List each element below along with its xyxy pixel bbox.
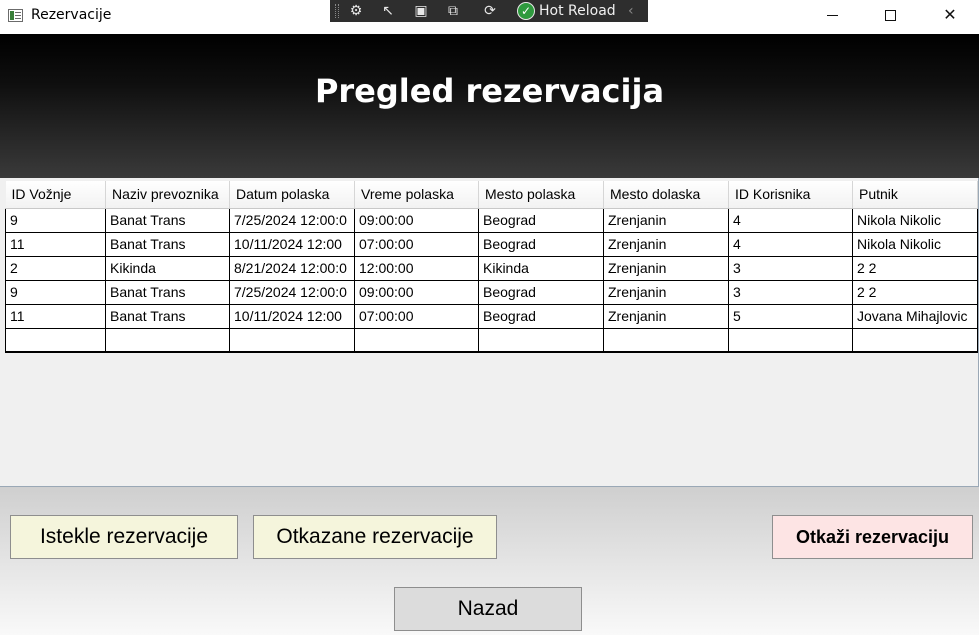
table-cell[interactable]: Kikinda bbox=[478, 255, 604, 281]
table-cell[interactable]: Zrenjanin bbox=[603, 207, 729, 233]
table-cell[interactable]: 8/21/2024 12:00:0 bbox=[229, 255, 355, 281]
table-cell[interactable]: Banat Trans bbox=[105, 207, 230, 233]
table-row[interactable]: 9 Banat Trans 7/25/2024 12:00:0 09:00:00… bbox=[5, 207, 978, 233]
table-cell[interactable]: 9 bbox=[5, 279, 106, 305]
close-icon: ✕ bbox=[943, 5, 957, 24]
page-title: Pregled rezervacija bbox=[314, 72, 665, 110]
table-cell[interactable]: 09:00:00 bbox=[354, 279, 479, 305]
table-cell[interactable]: 10/11/2024 12:00 bbox=[229, 231, 355, 257]
table-cell[interactable]: Banat Trans bbox=[105, 231, 230, 257]
back-button[interactable]: Nazad bbox=[394, 587, 582, 631]
xaml-debug-toolbar: ⚙ ↖ ▣ ⧉ ⟳ ✓ Hot Reload ‹ bbox=[330, 0, 648, 22]
layout-adorners-icon[interactable]: ▣ bbox=[411, 2, 431, 20]
button-panel: Istekle rezervacije Otkazane rezervacije… bbox=[0, 487, 979, 635]
expired-reservations-button[interactable]: Istekle rezervacije bbox=[10, 515, 238, 559]
window-title: Rezervacije bbox=[31, 7, 112, 23]
table-cell[interactable]: Nikola Nikolic bbox=[852, 207, 978, 233]
table-cell[interactable]: 11 bbox=[5, 231, 106, 257]
column-header[interactable]: Putnik bbox=[852, 181, 978, 209]
table-cell-empty[interactable] bbox=[354, 327, 479, 353]
maximize-button[interactable] bbox=[861, 0, 919, 30]
new-row-placeholder[interactable] bbox=[5, 327, 978, 353]
select-element-icon[interactable]: ↖ bbox=[378, 2, 398, 20]
table-cell[interactable]: Zrenjanin bbox=[603, 303, 729, 329]
reservations-table[interactable]: ID Vožnje Naziv prevoznika Datum polaska… bbox=[5, 181, 978, 353]
table-cell-empty[interactable] bbox=[728, 327, 853, 353]
table-cell[interactable]: 2 bbox=[5, 255, 106, 281]
hot-reload-check-icon: ✓ bbox=[517, 2, 535, 20]
collapse-chevron-icon[interactable]: ‹ bbox=[628, 2, 634, 20]
table-cell[interactable]: 7/25/2024 12:00:0 bbox=[229, 207, 355, 233]
table-cell[interactable]: Zrenjanin bbox=[603, 255, 729, 281]
table-cell[interactable]: 10/11/2024 12:00 bbox=[229, 303, 355, 329]
table-cell[interactable]: 07:00:00 bbox=[354, 303, 479, 329]
track-focus-icon[interactable]: ⧉ bbox=[443, 2, 463, 20]
table-cell-empty[interactable] bbox=[105, 327, 230, 353]
table-cell-empty[interactable] bbox=[478, 327, 604, 353]
table-cell[interactable]: Beograd bbox=[478, 231, 604, 257]
table-cell[interactable]: 7/25/2024 12:00:0 bbox=[229, 279, 355, 305]
table-cell[interactable]: Nikola Nikolic bbox=[852, 231, 978, 257]
cancel-reservation-button[interactable]: Otkaži rezervaciju bbox=[772, 515, 973, 559]
table-cell[interactable]: 3 bbox=[728, 279, 853, 305]
minimize-button[interactable] bbox=[803, 0, 861, 30]
table-cell[interactable]: 09:00:00 bbox=[354, 207, 479, 233]
column-header[interactable]: Mesto dolaska bbox=[603, 181, 729, 209]
table-cell[interactable]: Kikinda bbox=[105, 255, 230, 281]
column-header[interactable]: Naziv prevoznika bbox=[105, 181, 230, 209]
table-cell[interactable]: 9 bbox=[5, 207, 106, 233]
app-icon bbox=[8, 9, 23, 22]
table-cell[interactable]: Beograd bbox=[478, 303, 604, 329]
table-cell[interactable]: Banat Trans bbox=[105, 279, 230, 305]
table-cell[interactable]: Beograd bbox=[478, 279, 604, 305]
cancelled-reservations-button[interactable]: Otkazane rezervacije bbox=[253, 515, 497, 559]
column-header[interactable]: Datum polaska bbox=[229, 181, 355, 209]
table-row[interactable]: 2 Kikinda 8/21/2024 12:00:0 12:00:00 Kik… bbox=[5, 255, 978, 281]
table-cell-empty[interactable] bbox=[229, 327, 355, 353]
table-row[interactable]: 9 Banat Trans 7/25/2024 12:00:0 09:00:00… bbox=[5, 279, 978, 305]
table-cell[interactable]: Banat Trans bbox=[105, 303, 230, 329]
hot-reload-label[interactable]: Hot Reload bbox=[539, 2, 616, 20]
table-row[interactable]: 11 Banat Trans 10/11/2024 12:00 07:00:00… bbox=[5, 231, 978, 257]
column-header[interactable]: Vreme polaska bbox=[354, 181, 479, 209]
maximize-icon bbox=[884, 10, 896, 21]
table-cell[interactable]: Zrenjanin bbox=[603, 279, 729, 305]
table-cell-empty[interactable] bbox=[603, 327, 729, 353]
table-cell[interactable]: 11 bbox=[5, 303, 106, 329]
binding-failures-icon[interactable]: ⟳ bbox=[480, 2, 500, 20]
table-cell[interactable]: Zrenjanin bbox=[603, 231, 729, 257]
table-cell[interactable]: 3 bbox=[728, 255, 853, 281]
table-cell[interactable]: 12:00:00 bbox=[354, 255, 479, 281]
table-cell[interactable]: Beograd bbox=[478, 207, 604, 233]
table-cell-empty[interactable] bbox=[852, 327, 978, 353]
header-banner: Pregled rezervacija bbox=[0, 34, 979, 178]
table-cell[interactable]: 07:00:00 bbox=[354, 231, 479, 257]
column-header[interactable]: Mesto polaska bbox=[478, 181, 604, 209]
close-button[interactable]: ✕ bbox=[921, 0, 979, 30]
table-row[interactable]: 11 Banat Trans 10/11/2024 12:00 07:00:00… bbox=[5, 303, 978, 329]
reservations-grid-area: ID Vožnje Naziv prevoznika Datum polaska… bbox=[0, 178, 979, 487]
toolbar-grip-icon[interactable] bbox=[335, 4, 339, 18]
table-cell[interactable]: 5 bbox=[728, 303, 853, 329]
table-header-row: ID Vožnje Naziv prevoznika Datum polaska… bbox=[5, 181, 978, 209]
column-header[interactable]: ID Vožnje bbox=[5, 181, 106, 209]
table-cell[interactable]: 4 bbox=[728, 231, 853, 257]
title-bar[interactable]: Rezervacije ⚙ ↖ ▣ ⧉ ⟳ ✓ Hot Reload ‹ ✕ bbox=[0, 0, 979, 34]
table-cell[interactable]: 2 2 bbox=[852, 279, 978, 305]
live-visual-tree-icon[interactable]: ⚙ bbox=[346, 2, 366, 20]
minimize-icon bbox=[826, 15, 838, 16]
column-header[interactable]: ID Korisnika bbox=[728, 181, 853, 209]
table-cell-empty[interactable] bbox=[5, 327, 106, 353]
table-cell[interactable]: Jovana Mihajlovic bbox=[852, 303, 978, 329]
table-cell[interactable]: 2 2 bbox=[852, 255, 978, 281]
reservations-window: Rezervacije ⚙ ↖ ▣ ⧉ ⟳ ✓ Hot Reload ‹ ✕ P… bbox=[0, 0, 979, 635]
table-cell[interactable]: 4 bbox=[728, 207, 853, 233]
